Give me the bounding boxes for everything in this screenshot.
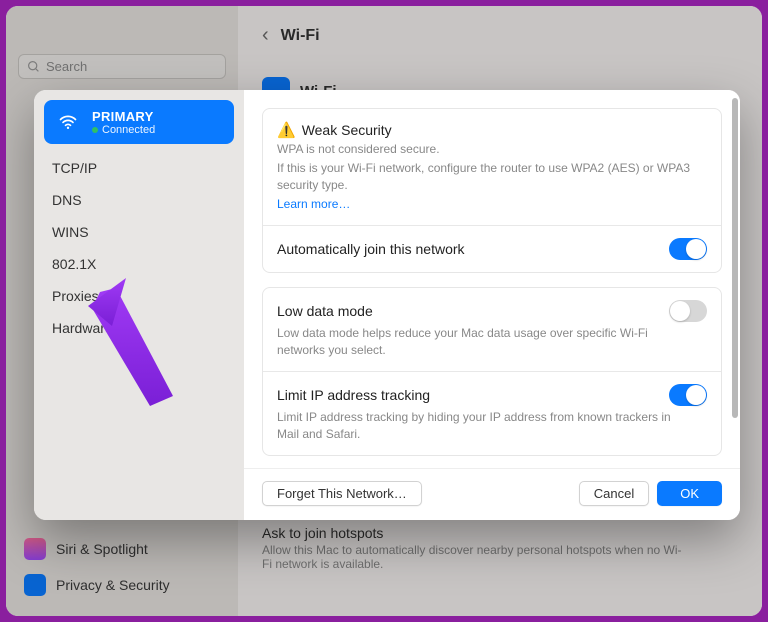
modal-sidebar: PRIMARY Connected TCP/IP DNS WINS 802.1X… xyxy=(34,90,244,520)
network-details-modal: PRIMARY Connected TCP/IP DNS WINS 802.1X… xyxy=(34,90,740,520)
cancel-button[interactable]: Cancel xyxy=(579,481,649,506)
auto-join-toggle[interactable] xyxy=(669,238,707,260)
tab-wins[interactable]: WINS xyxy=(44,216,234,248)
ok-button[interactable]: OK xyxy=(657,481,722,506)
sidebar-network-primary[interactable]: PRIMARY Connected xyxy=(44,100,234,144)
learn-more-link[interactable]: Learn more… xyxy=(277,197,350,211)
low-data-label: Low data mode xyxy=(277,303,373,319)
tab-proxies[interactable]: Proxies xyxy=(44,280,234,312)
network-status: Connected xyxy=(92,124,155,136)
weak-security-line2: If this is your Wi-Fi network, configure… xyxy=(277,160,707,194)
limit-ip-desc: Limit IP address tracking by hiding your… xyxy=(277,409,677,443)
auto-join-label: Automatically join this network xyxy=(277,241,465,257)
tab-dns[interactable]: DNS xyxy=(44,184,234,216)
forget-network-button[interactable]: Forget This Network… xyxy=(262,481,422,506)
network-options-group: Low data mode Low data mode helps reduce… xyxy=(262,287,722,455)
warning-icon: ⚠️ xyxy=(277,121,296,139)
scrollbar-thumb[interactable] xyxy=(732,98,738,418)
low-data-desc: Low data mode helps reduce your Mac data… xyxy=(277,325,677,359)
modal-footer: Forget This Network… Cancel OK xyxy=(244,468,740,520)
tab-hardware[interactable]: Hardware xyxy=(44,312,234,344)
scrollbar[interactable] xyxy=(732,98,738,460)
tab-8021x[interactable]: 802.1X xyxy=(44,248,234,280)
weak-security-line1: WPA is not considered secure. xyxy=(277,141,707,158)
weak-security-title: Weak Security xyxy=(302,122,392,138)
low-data-toggle[interactable] xyxy=(669,300,707,322)
wifi-icon xyxy=(54,108,82,136)
limit-ip-label: Limit IP address tracking xyxy=(277,387,430,403)
network-name: PRIMARY xyxy=(92,109,155,124)
tab-tcpip[interactable]: TCP/IP xyxy=(44,152,234,184)
status-dot-icon xyxy=(92,127,98,133)
security-warning-group: ⚠️ Weak Security WPA is not considered s… xyxy=(262,108,722,273)
limit-ip-toggle[interactable] xyxy=(669,384,707,406)
